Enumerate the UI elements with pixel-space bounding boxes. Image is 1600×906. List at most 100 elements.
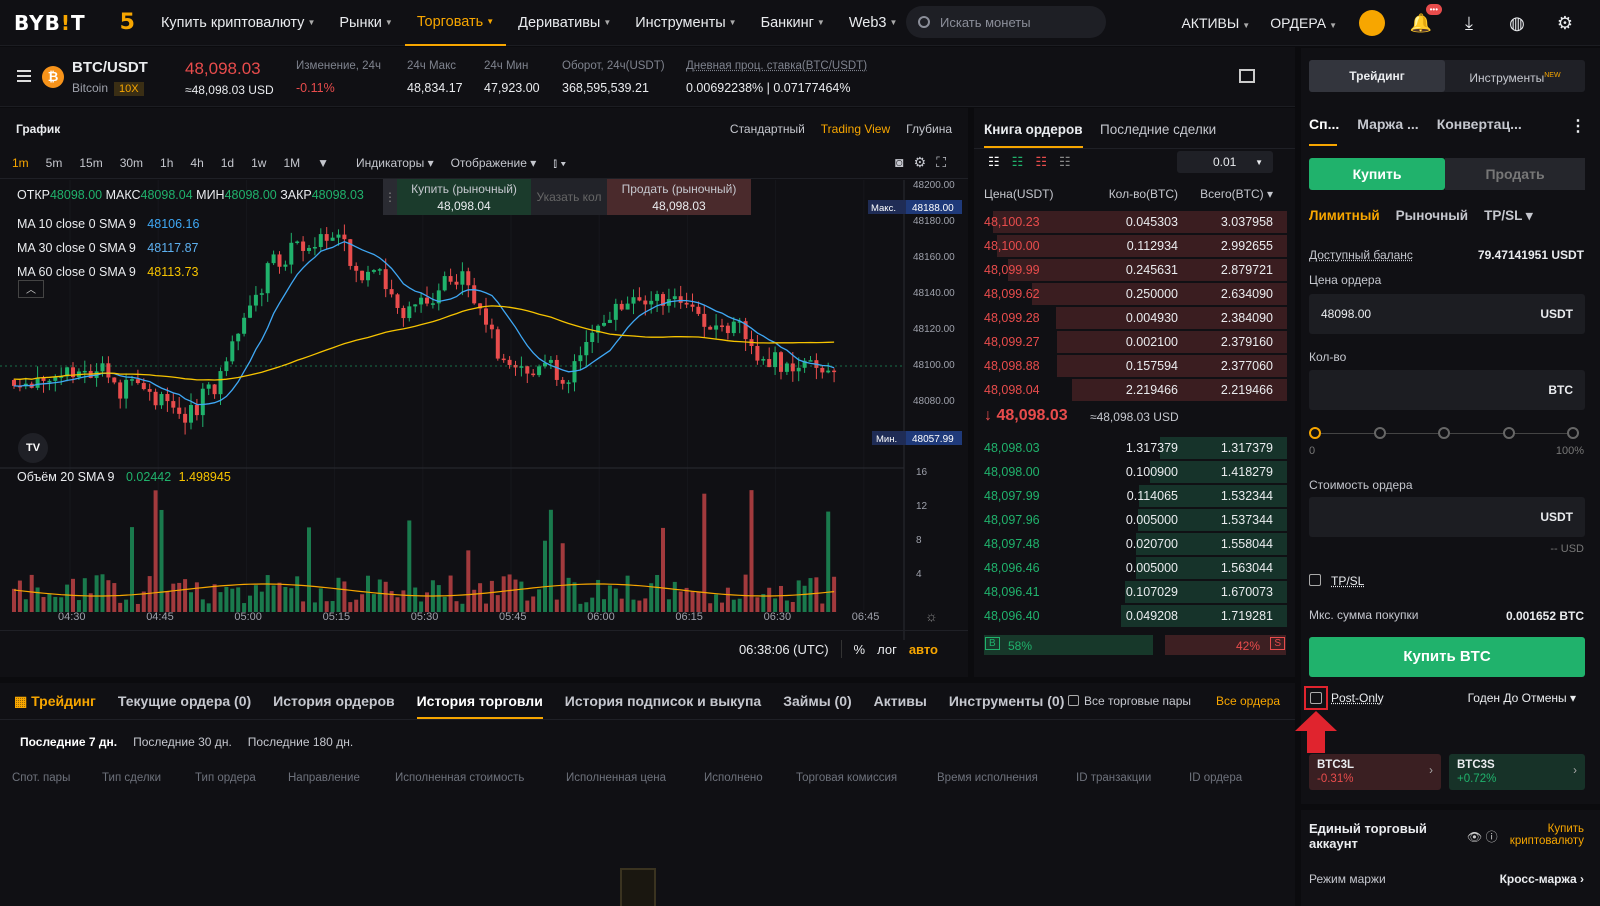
fullscreen-icon[interactable]: ⛶ [936, 154, 946, 171]
lev-token-btc3s[interactable]: BTC3S +0.72% › [1449, 754, 1585, 790]
qty-input[interactable]: BTC [1309, 370, 1585, 410]
nav-tools[interactable]: Инструменты ▼ [623, 0, 748, 46]
interval-30m[interactable]: 30m [120, 156, 143, 171]
tab-order-history[interactable]: История ордеров [273, 693, 394, 719]
nav-banking[interactable]: Банкинг ▼ [749, 0, 837, 46]
all-pairs-checkbox[interactable] [1068, 695, 1079, 706]
ask-row[interactable]: 48,098.04 2.219466 2.219466 [974, 378, 1295, 402]
tab-order-book[interactable]: Книга ордеров [984, 122, 1083, 148]
interval-1h[interactable]: 1h [160, 156, 173, 171]
search-input[interactable]: Искать монеты [906, 6, 1106, 38]
nav-assets[interactable]: АКТИВЫ ▼ [1171, 15, 1260, 31]
view-tradingview[interactable]: Trading View [821, 122, 890, 136]
interval-1w[interactable]: 1w [251, 156, 266, 171]
period-180d[interactable]: Последние 180 дн. [248, 735, 353, 749]
indicators-dropdown[interactable]: Индикаторы ▾ [356, 156, 434, 171]
interval-5m[interactable]: 5m [46, 156, 63, 171]
ask-row[interactable]: 48,099.99 0.245631 2.879721 [974, 258, 1295, 282]
tab-trade-history[interactable]: История торговли [416, 693, 543, 719]
auto-toggle[interactable]: авто [909, 642, 938, 657]
settings-icon[interactable]: ⚙ [1552, 10, 1578, 36]
order-value-input[interactable]: USDT [1309, 497, 1585, 537]
nav-derivatives[interactable]: Деривативы ▼ [506, 0, 623, 46]
anniversary-icon[interactable]: 5 [120, 10, 135, 35]
nav-web3[interactable]: Web3 ▼ [837, 0, 910, 46]
mode-margin[interactable]: Маржа ... [1357, 116, 1418, 132]
percent-toggle[interactable]: % [854, 642, 866, 657]
layout-icon[interactable] [1239, 69, 1255, 83]
tab-trading[interactable]: ▦ Трейдинг [14, 693, 96, 719]
globe-icon[interactable]: ◍ [1504, 10, 1530, 36]
post-only-checkbox[interactable] [1310, 692, 1322, 704]
tab-subscription-history[interactable]: История подписок и выкупа [565, 693, 761, 719]
time-in-force-select[interactable]: Годен До Отмены ▾ [1468, 691, 1576, 705]
slider-step[interactable] [1567, 427, 1579, 439]
slider-step[interactable] [1373, 427, 1386, 439]
interval-1d[interactable]: 1d [221, 156, 234, 171]
interval-1M[interactable]: 1M [283, 156, 300, 171]
bid-row[interactable]: 48,097.96 0.005000 1.537344 [974, 508, 1295, 532]
stat-rate[interactable]: Дневная проц. ставка(BTC/USDT) 0.00692238… [686, 60, 867, 95]
avatar[interactable] [1359, 10, 1385, 36]
sell-tab[interactable]: Продать [1445, 158, 1585, 190]
view-standard[interactable]: Стандартный [730, 122, 805, 136]
quick-sell-button[interactable]: Продать (рыночный) 48,098.03 [607, 179, 751, 215]
display-dropdown[interactable]: Отображение ▾ [451, 156, 537, 171]
buy-crypto-link[interactable]: Купить криптовалюту [1504, 823, 1584, 847]
settings-icon[interactable]: ⚙ [914, 154, 927, 171]
tab-loans[interactable]: Займы (0) [783, 693, 851, 719]
menu-icon[interactable] [17, 70, 31, 82]
lev-token-btc3l[interactable]: BTC3L -0.31% › [1309, 754, 1441, 790]
bid-row[interactable]: 48,098.03 1.317379 1.317379 [974, 436, 1295, 460]
slider-step[interactable] [1309, 427, 1321, 439]
mode-spot[interactable]: Сп... [1309, 116, 1339, 132]
interval-15m[interactable]: 15m [79, 156, 102, 171]
interval-4h[interactable]: 4h [190, 156, 203, 171]
slider-step[interactable] [1502, 427, 1515, 439]
order-price-input[interactable]: 48098.00 USDT [1309, 294, 1585, 334]
quick-buy-button[interactable]: Купить (рыночный) 48,098.04 [397, 179, 531, 215]
tab-tools[interactable]: Инструменты (0) [949, 693, 1065, 719]
book-view-asks-icon[interactable]: ☷ [1035, 154, 1047, 170]
bid-row[interactable]: 48,096.40 0.049208 1.719281 [974, 604, 1295, 628]
pair-title[interactable]: BTC/USDT [72, 59, 148, 76]
tab-trading[interactable]: Трейдинг [1309, 60, 1445, 92]
period-30d[interactable]: Последние 30 дн. [133, 735, 232, 749]
view-depth[interactable]: Глубина [906, 122, 952, 136]
ask-row[interactable]: 48,099.27 0.002100 2.379160 [974, 330, 1295, 354]
drag-handle-icon[interactable]: ⋮ [383, 179, 397, 215]
collapse-legend-button[interactable]: ︿ [18, 280, 44, 298]
interval-1m[interactable]: 1m [12, 156, 29, 171]
book-view-bids-icon[interactable]: ☷ [1012, 154, 1024, 170]
bid-row[interactable]: 48,097.99 0.114065 1.532344 [974, 484, 1295, 508]
nav-buy-crypto[interactable]: Купить криптовалюту ▼ [149, 0, 327, 46]
bid-row[interactable]: 48,096.46 0.005000 1.563044 [974, 556, 1295, 580]
period-7d[interactable]: Последние 7 дн. [20, 735, 117, 749]
log-toggle[interactable]: лог [877, 642, 897, 657]
nav-trade[interactable]: Торговать ▼ [404, 0, 507, 46]
book-view-both-icon[interactable]: ☷ [988, 154, 1000, 170]
tpsl-checkbox[interactable] [1309, 574, 1321, 586]
camera-icon[interactable]: ◙ [895, 154, 903, 171]
ask-row[interactable]: 48,100.00 0.112934 2.992655 [974, 234, 1295, 258]
tab-tools[interactable]: ИнструментыNEW [1445, 60, 1585, 92]
bid-row[interactable]: 48,098.00 0.100900 1.418279 [974, 460, 1295, 484]
tab-assets[interactable]: Активы [874, 693, 927, 719]
more-icon[interactable]: ⋮ [1570, 116, 1586, 136]
slider-step[interactable] [1438, 427, 1450, 439]
price-step-select[interactable]: 0.01 ▼ [1177, 151, 1273, 173]
book-view-depth-icon[interactable]: ☷ [1059, 154, 1071, 170]
tab-open-orders[interactable]: Текущие ордера (0) [118, 693, 251, 719]
type-limit[interactable]: Лимитный [1309, 208, 1380, 224]
axis-settings-icon[interactable]: ☼ [925, 608, 938, 624]
quick-qty-input[interactable]: Указать кол [531, 179, 607, 215]
margin-mode-value[interactable]: Кросс-маржа › [1500, 872, 1584, 886]
bid-row[interactable]: 48,097.48 0.020700 1.558044 [974, 532, 1295, 556]
bid-row[interactable]: 48,096.41 0.107029 1.670073 [974, 580, 1295, 604]
bybit-logo[interactable]: BYB!T [14, 11, 86, 35]
download-icon[interactable]: ⤓ [1456, 10, 1482, 36]
ask-row[interactable]: 48,098.88 0.157594 2.377060 [974, 354, 1295, 378]
eye-icon[interactable]: 👁 ⓘ [1467, 828, 1498, 845]
type-tpsl[interactable]: TP/SL ▾ [1484, 208, 1533, 224]
interval-more[interactable]: ▼ [317, 156, 329, 171]
